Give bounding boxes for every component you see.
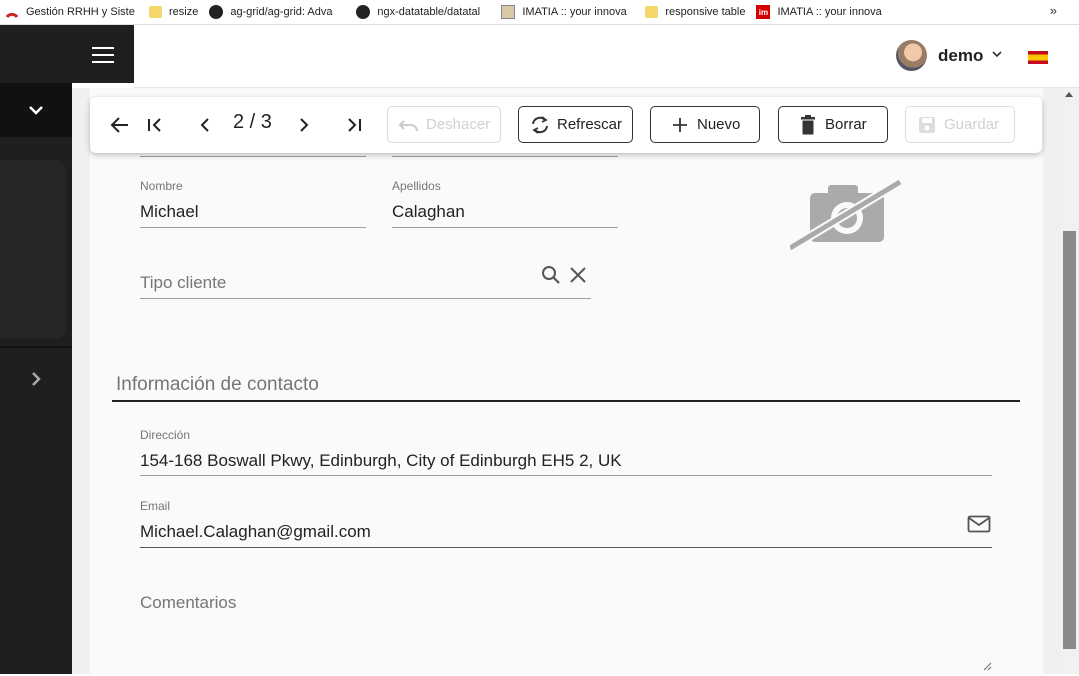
save-button[interactable]: Guardar xyxy=(905,106,1015,143)
menu-icon[interactable] xyxy=(92,47,114,68)
field-underline xyxy=(392,156,618,157)
mail-icon[interactable] xyxy=(967,515,991,538)
direccion-input[interactable]: 154-168 Boswall Pkwy, Edinburgh, City of… xyxy=(140,451,622,471)
contact-section-title: Información de contacto xyxy=(116,374,319,395)
plus-icon xyxy=(669,114,691,136)
refresh-button[interactable]: Refrescar xyxy=(518,106,633,143)
es-flag-icon[interactable] xyxy=(1028,51,1048,64)
chevron-down-icon[interactable] xyxy=(991,49,1003,59)
field-underline xyxy=(140,227,366,228)
undo-icon xyxy=(398,114,420,136)
github-icon xyxy=(209,5,224,19)
next-page-icon[interactable] xyxy=(293,114,315,136)
section-divider xyxy=(112,400,1020,402)
email-label: Email xyxy=(140,499,171,513)
scrollbar[interactable] xyxy=(1060,88,1079,674)
bookmark-label: IMATIA :: your innova xyxy=(777,6,882,18)
previous-page-icon[interactable] xyxy=(194,114,216,136)
search-icon[interactable] xyxy=(541,265,561,290)
scroll-up-arrow[interactable] xyxy=(1065,92,1073,97)
sidebar-collapse-button[interactable] xyxy=(0,83,72,137)
field-underline xyxy=(140,547,992,548)
bookmark-gestion[interactable]: Gestión RRHH y Siste xyxy=(5,0,138,24)
sidebar-expand-button[interactable] xyxy=(0,355,72,403)
refresh-icon xyxy=(529,114,551,136)
chevron-right-icon xyxy=(32,372,41,386)
bookmark-resize[interactable]: resize xyxy=(149,0,199,24)
bookmark-label: resize xyxy=(169,6,199,18)
chevron-down-icon xyxy=(29,106,43,115)
bookmark-imatia-1[interactable]: IMATIA :: your innova xyxy=(501,0,634,24)
gestion-icon xyxy=(5,5,19,19)
bookmarks-bar: Gestión RRHH y Siste resize ag-grid/ag-g… xyxy=(0,0,1079,25)
undo-button[interactable]: Deshacer xyxy=(387,106,501,143)
bookmark-label: ngx-datatable/datatal xyxy=(377,6,481,18)
comentarios-textarea[interactable]: Comentarios xyxy=(140,593,236,613)
direccion-label: Dirección xyxy=(140,428,191,442)
no-photo-icon[interactable] xyxy=(787,178,904,255)
avatar[interactable] xyxy=(896,40,927,71)
first-page-icon[interactable] xyxy=(144,114,166,136)
back-arrow-icon[interactable] xyxy=(109,114,131,136)
bookmark-label: ag-grid/ag-grid: Adva xyxy=(230,6,333,18)
apellidos-label: Apellidos xyxy=(392,179,441,193)
field-underline xyxy=(140,298,591,299)
folder-icon xyxy=(149,6,162,18)
apellidos-input[interactable]: Calaghan xyxy=(392,202,465,222)
field-underline xyxy=(392,227,618,228)
new-label: Nuevo xyxy=(697,116,741,133)
folder-icon xyxy=(645,6,659,18)
nombre-label: Nombre xyxy=(140,179,183,193)
save-icon xyxy=(916,114,938,136)
bookmark-ag-grid[interactable]: ag-grid/ag-grid: Adva xyxy=(209,0,345,24)
scroll-thumb[interactable] xyxy=(1063,231,1076,649)
sidebar xyxy=(0,25,72,674)
bookmark-label: Gestión RRHH y Siste xyxy=(26,6,135,18)
imatia-icon: im xyxy=(756,5,771,19)
github-icon xyxy=(356,5,371,19)
refresh-label: Refrescar xyxy=(557,116,623,133)
form-toolbar: 2 / 3 Deshacer Refrescar Nuevo Borrar Gu… xyxy=(90,97,1042,153)
sidebar-panel xyxy=(0,160,66,338)
email-input[interactable]: Michael.Calaghan@gmail.com xyxy=(140,522,371,542)
bookmark-responsive-table[interactable]: responsive table xyxy=(645,0,746,24)
bookmark-ngx-datatable[interactable]: ngx-datatable/datatal xyxy=(356,0,490,24)
bookmarks-more-button[interactable]: » xyxy=(1050,3,1057,18)
record-pager: 2 / 3 xyxy=(233,111,272,133)
save-label: Guardar xyxy=(944,116,1000,133)
resize-handle-icon[interactable] xyxy=(982,658,992,676)
image-icon xyxy=(501,5,516,19)
delete-label: Borrar xyxy=(825,116,867,133)
sidebar-divider xyxy=(0,346,72,348)
delete-button[interactable]: Borrar xyxy=(778,106,888,143)
undo-label: Deshacer xyxy=(426,116,491,133)
bookmark-imatia-2[interactable]: im IMATIA :: your innova xyxy=(756,0,889,24)
field-underline xyxy=(140,156,366,157)
last-page-icon[interactable] xyxy=(343,114,365,136)
bookmark-label: IMATIA :: your innova xyxy=(522,6,627,18)
tipo-cliente-input[interactable]: Tipo cliente xyxy=(140,273,226,293)
app-header: demo xyxy=(134,25,1079,88)
field-underline xyxy=(140,475,992,476)
username[interactable]: demo xyxy=(938,46,983,66)
bookmark-label: responsive table xyxy=(665,6,746,18)
clear-icon[interactable] xyxy=(569,266,587,289)
new-button[interactable]: Nuevo xyxy=(650,106,760,143)
nombre-input[interactable]: Michael xyxy=(140,202,199,222)
trash-icon xyxy=(797,114,819,136)
